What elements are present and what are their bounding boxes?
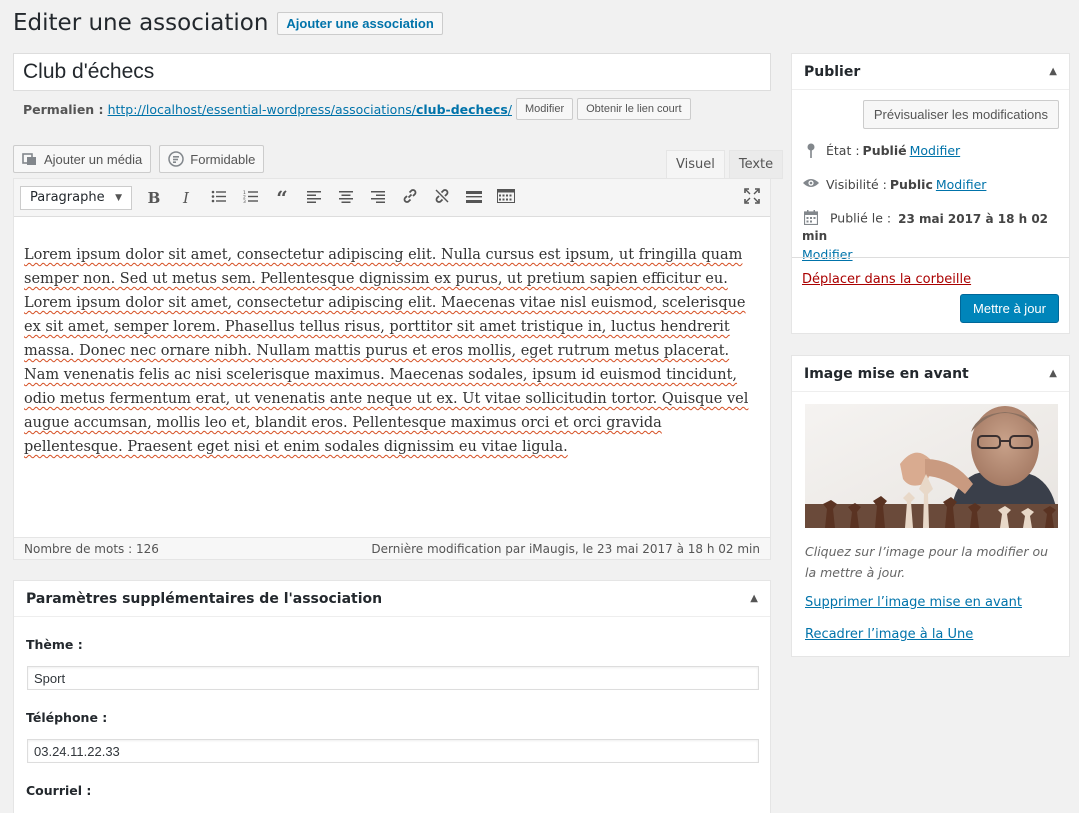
status-edit-link[interactable]: Modifier	[910, 143, 961, 158]
remove-featured-image-link[interactable]: Supprimer l’image mise en avant	[805, 595, 1022, 610]
theme-label: Thème :	[26, 637, 83, 652]
editor-content[interactable]: Lorem ipsum dolor sit amet, consectetur …	[14, 217, 770, 459]
association-settings-header[interactable]: Paramètres supplémentaires de l'associat…	[14, 581, 770, 617]
bold-icon[interactable]: B	[138, 189, 170, 207]
update-button[interactable]: Mettre à jour	[960, 294, 1059, 323]
align-center-icon[interactable]	[330, 189, 362, 207]
italic-icon[interactable]: I	[170, 189, 202, 207]
theme-input[interactable]	[27, 666, 759, 690]
calendar-icon	[802, 210, 820, 228]
featured-image-header[interactable]: Image mise en avant ▲	[792, 356, 1069, 392]
svg-text:3: 3	[243, 199, 246, 203]
divider	[792, 257, 1069, 258]
link-icon[interactable]	[394, 188, 426, 208]
numbered-list-icon[interactable]: 123	[234, 189, 266, 207]
align-left-icon[interactable]	[298, 189, 330, 207]
last-modified: Dernière modification par iMaugis, le 23…	[371, 541, 760, 556]
collapse-arrow-icon[interactable]: ▲	[1049, 66, 1057, 77]
editor-tabs: Visuel Texte	[662, 150, 784, 179]
publish-header[interactable]: Publier ▲	[792, 54, 1069, 90]
email-label: Courriel :	[26, 783, 92, 798]
collapse-arrow-icon[interactable]: ▲	[1049, 368, 1057, 379]
read-more-icon[interactable]	[458, 189, 490, 207]
fullscreen-icon[interactable]	[744, 187, 760, 208]
media-buttons: Ajouter un média Formidable	[13, 145, 272, 173]
add-media-button[interactable]: Ajouter un média	[13, 145, 152, 173]
editor-paragraph: Lorem ipsum dolor sit amet, consectetur …	[24, 247, 749, 455]
pin-icon	[802, 143, 820, 162]
phone-label: Téléphone :	[26, 710, 108, 725]
page-title: Editer une association	[13, 10, 269, 36]
add-association-button[interactable]: Ajouter une association	[277, 11, 443, 35]
align-right-icon[interactable]	[362, 189, 394, 207]
published-date-row: Publié le : 23 mai 2017 à 18 h 02 min Mo…	[802, 210, 1049, 262]
editor-statusbar: Nombre de mots : 126 Dernière modificati…	[14, 537, 770, 559]
phone-input[interactable]	[27, 739, 759, 763]
permalink-modify-button[interactable]: Modifier	[516, 98, 574, 120]
media-icon	[22, 153, 36, 165]
shortlink-button[interactable]: Obtenir le lien court	[577, 98, 691, 120]
editor-toolbar: Paragraphe ▼ B I 123 “	[14, 179, 770, 217]
trash-link[interactable]: Déplacer dans la corbeille	[802, 272, 971, 287]
unlink-icon[interactable]	[426, 188, 458, 208]
visibility-row: Visibilité : Public Modifier	[802, 177, 986, 192]
preview-button[interactable]: Prévisualiser les modifications	[862, 100, 1059, 129]
publish-box: Publier ▲ Prévisualiser les modification…	[791, 53, 1070, 334]
format-select[interactable]: Paragraphe ▼	[20, 185, 132, 210]
toolbar-toggle-icon[interactable]	[490, 188, 522, 207]
featured-image-box: Image mise en avant ▲ Cliquez sur l’imag…	[791, 355, 1070, 657]
word-count: Nombre de mots : 126	[24, 541, 159, 556]
crop-featured-image-link[interactable]: Recadrer l’image à la Une	[805, 627, 973, 642]
post-title-input[interactable]	[13, 53, 771, 91]
permalink-link[interactable]: http://localhost/essential-wordpress/ass…	[108, 102, 512, 117]
page-header: Editer une association Ajouter une assoc…	[13, 10, 443, 36]
formidable-button[interactable]: Formidable	[159, 145, 265, 173]
permalink-label: Permalien :	[23, 101, 104, 117]
tab-visual[interactable]: Visuel	[666, 150, 725, 179]
tab-text[interactable]: Texte	[728, 150, 784, 179]
permalink-row: Permalien : http://localhost/essential-w…	[23, 98, 691, 120]
featured-image[interactable]	[805, 404, 1058, 528]
association-settings-box: Paramètres supplémentaires de l'associat…	[13, 580, 771, 813]
formidable-icon	[168, 151, 185, 167]
status-row: État : Publié Modifier	[802, 143, 960, 162]
visibility-edit-link[interactable]: Modifier	[936, 177, 987, 192]
featured-image-caption: Cliquez sur l’image pour la modifier ou …	[805, 544, 1049, 580]
collapse-arrow-icon[interactable]: ▲	[750, 593, 758, 604]
blockquote-icon[interactable]: “	[266, 186, 298, 210]
bullet-list-icon[interactable]	[202, 189, 234, 207]
eye-icon	[802, 177, 820, 192]
published-edit-link[interactable]: Modifier	[802, 247, 853, 262]
content-editor: Paragraphe ▼ B I 123 “ Lorem ipsum dolor…	[13, 178, 771, 560]
dropdown-arrow-icon: ▼	[115, 192, 122, 203]
